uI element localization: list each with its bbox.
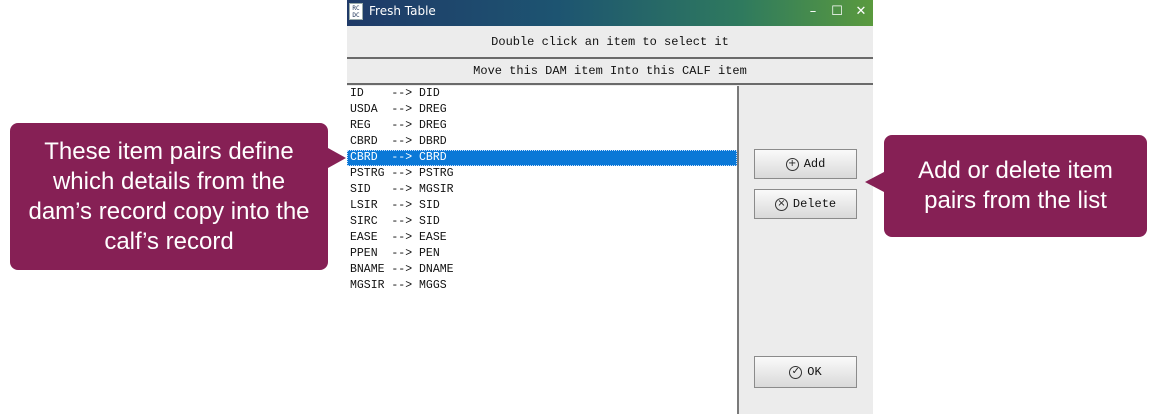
plus-circle-icon: +	[785, 157, 799, 171]
minimize-icon[interactable]: –	[804, 4, 822, 20]
list-item[interactable]: REG --> DREG	[347, 118, 737, 134]
ok-button[interactable]: ✓ OK	[754, 356, 857, 388]
list-item-selected[interactable]: CBRD --> CBRD	[347, 150, 737, 166]
list-item[interactable]: ID --> DID	[347, 86, 737, 102]
close-icon[interactable]: ✕	[852, 4, 870, 20]
fresh-table-window: RC DC Fresh Table – ☐ ✕ Double click an i…	[347, 0, 873, 414]
ok-button-label: OK	[807, 365, 822, 379]
column-header: Move this DAM item Into this CALF item	[347, 59, 873, 85]
delete-button[interactable]: × Delete	[754, 189, 857, 219]
callout-arrow-right	[865, 172, 884, 192]
add-button-label: Add	[803, 157, 826, 171]
callout-add-delete: Add or delete item pairs from the list	[884, 135, 1147, 237]
list-item[interactable]: PPEN --> PEN	[347, 246, 737, 262]
title-bar[interactable]: RC DC Fresh Table – ☐ ✕	[347, 0, 873, 26]
list-item[interactable]: SIRC --> SID	[347, 214, 737, 230]
list-item[interactable]: SID --> MGSIR	[347, 182, 737, 198]
list-item[interactable]: CBRD --> DBRD	[347, 134, 737, 150]
maximize-icon[interactable]: ☐	[828, 4, 846, 20]
instruction-header: Double click an item to select it	[347, 27, 873, 59]
callout-item-pairs: These item pairs define which details fr…	[10, 123, 328, 270]
app-icon: RC DC	[349, 3, 363, 20]
list-item[interactable]: PSTRG --> PSTRG	[347, 166, 737, 182]
x-circle-icon: ×	[774, 197, 788, 211]
list-item[interactable]: MGSIR --> MGGS	[347, 278, 737, 294]
list-item[interactable]: BNAME --> DNAME	[347, 262, 737, 278]
add-button[interactable]: + Add	[754, 149, 857, 179]
delete-button-label: Delete	[792, 197, 837, 211]
list-item[interactable]: EASE --> EASE	[347, 230, 737, 246]
vertical-divider	[737, 86, 739, 414]
window-title: Fresh Table	[369, 4, 436, 18]
item-pairs-list[interactable]: ID --> DID USDA --> DREG REG --> DREG CB…	[347, 86, 737, 414]
callout-arrow-left	[328, 148, 346, 168]
list-item[interactable]: USDA --> DREG	[347, 102, 737, 118]
check-circle-icon: ✓	[789, 365, 803, 379]
list-item[interactable]: LSIR --> SID	[347, 198, 737, 214]
